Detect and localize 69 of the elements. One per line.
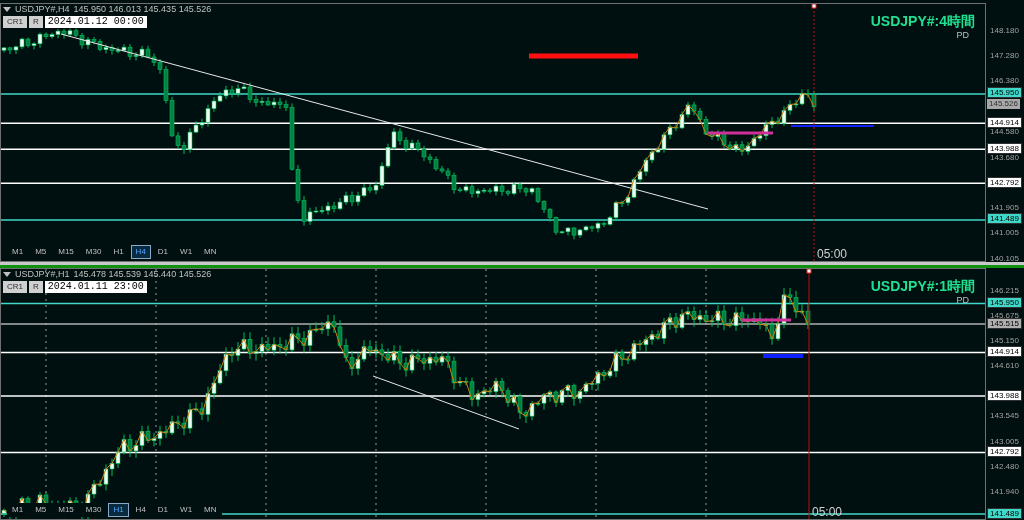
price-tick: 141.905 (990, 203, 1019, 212)
horizontal-segment[interactable] (708, 131, 773, 135)
price-level-label: 145.950 (987, 297, 1022, 308)
price-tick: 147.280 (990, 51, 1019, 60)
price-tick: 148.180 (990, 26, 1019, 35)
price-tick: 146.380 (990, 77, 1019, 86)
chart-title: USDJPY#:1時間 (870, 278, 975, 296)
chart-subtitle: PD (956, 295, 969, 305)
horizontal-segment[interactable] (741, 318, 791, 322)
trend-line[interactable] (372, 375, 520, 430)
timeframe-button[interactable]: M15 (53, 245, 79, 259)
price-level-label: 144.914 (987, 116, 1022, 128)
timeframe-button[interactable]: D1 (152, 503, 174, 517)
toolbar-button[interactable]: CR1 (3, 16, 27, 28)
price-tick: 143.005 (990, 437, 1019, 446)
timeframe-button[interactable]: H1 (108, 503, 129, 517)
price-level-label: 143.988 (987, 389, 1022, 401)
timeframe-button[interactable]: M5 (30, 245, 52, 259)
timeframe-button[interactable]: H1 (108, 245, 129, 259)
toolbar-button[interactable]: R (29, 16, 43, 28)
bid-price-label: 145.526 (987, 99, 1020, 110)
time-line-handle[interactable] (806, 269, 812, 274)
quote-values: 145.478 145.539 145.440 145.526 (73, 270, 212, 279)
price-tick: 144.580 (990, 128, 1019, 137)
price-level-label: 141.489 (987, 507, 1022, 519)
price-level-label: 145.950 (987, 87, 1022, 99)
timeframe-button[interactable]: M15 (53, 503, 79, 517)
timeframe-button[interactable]: M30 (80, 503, 107, 517)
chart-subtitle: PD (956, 30, 969, 40)
price-tick: 146.215 (990, 286, 1019, 295)
price-level-label: 144.914 (987, 345, 1022, 357)
price-level-label: 142.792 (987, 176, 1022, 188)
price-level-label: 141.489 (987, 213, 1022, 225)
price-tick: 145.150 (990, 336, 1019, 345)
price-tick: 140.105 (990, 254, 1019, 263)
symbol-label: USDJPY#,H1 (15, 270, 70, 279)
toolbar-button[interactable]: R (29, 281, 43, 293)
timeframe-button[interactable]: M1 (7, 503, 29, 517)
price-tick: 141.940 (990, 488, 1019, 497)
price-level-label: 143.988 (987, 142, 1022, 154)
time-line-handle[interactable] (811, 4, 817, 9)
symbol-label: USDJPY#,H4 (15, 5, 70, 14)
price-tick: 142.480 (990, 462, 1019, 471)
chart-title: USDJPY#:4時間 (870, 13, 975, 31)
price-tick: 143.680 (990, 153, 1019, 162)
trend-line[interactable] (60, 33, 709, 210)
price-tick: 144.610 (990, 362, 1019, 371)
date-field[interactable]: 2024.01.11 23:00 (44, 281, 147, 293)
timeframe-button[interactable]: M1 (7, 245, 29, 259)
timeframe-button[interactable]: W1 (175, 503, 198, 517)
date-field[interactable]: 2024.01.12 00:00 (44, 16, 147, 28)
time-label: 05:00 (817, 248, 848, 260)
price-level-label: 145.515 (987, 317, 1022, 329)
time-line[interactable] (808, 271, 810, 519)
timeframe-button[interactable]: MN (199, 503, 222, 517)
timeframe-button[interactable]: M30 (80, 245, 107, 259)
price-tick: 143.545 (990, 412, 1019, 421)
price-level-label: 142.792 (987, 446, 1022, 457)
toolbar-button[interactable]: CR1 (3, 281, 27, 293)
timeframe-button[interactable]: M5 (30, 503, 52, 517)
timeframe-button[interactable]: D1 (152, 245, 174, 259)
price-tick: 145.675 (990, 311, 1019, 320)
timeframe-button[interactable]: H4 (130, 245, 151, 259)
timeframe-button[interactable]: H4 (130, 503, 151, 517)
quote-values: 145.950 146.013 145.435 145.526 (73, 5, 212, 14)
timeframe-button[interactable]: W1 (175, 245, 198, 259)
price-tick: 141.005 (990, 229, 1019, 238)
timeframe-button[interactable]: MN (199, 245, 222, 259)
horizontal-segment[interactable] (529, 53, 638, 59)
